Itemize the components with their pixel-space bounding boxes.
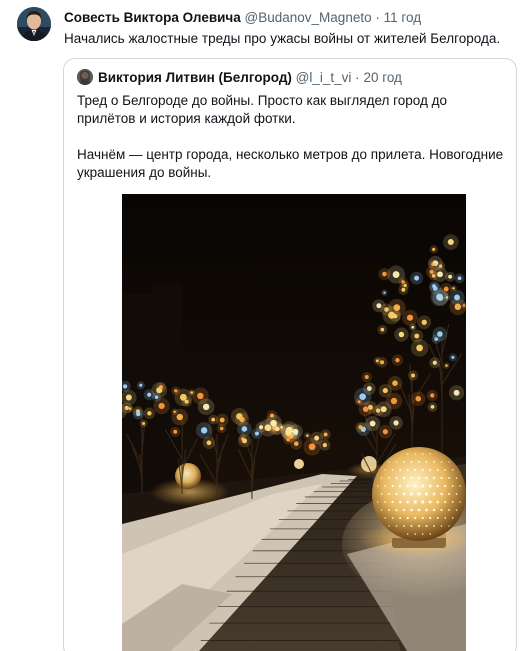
author-avatar[interactable] [17, 7, 51, 41]
tweet-text: Начались жалостные треды про ужасы войны… [64, 31, 501, 46]
tweet-timestamp[interactable]: 11 год [384, 10, 421, 25]
quoted-paragraph-2: Начнём — центр города, несколько метров … [77, 147, 504, 180]
tweet-header: Совесть Виктора Олевича @Budanov_Magneto… [64, 10, 421, 26]
quoted-tweet-header: Виктория Литвин (Белгород) @l_i_t_vi · 2… [98, 70, 402, 86]
author-handle[interactable]: @Budanov_Magneto [245, 10, 372, 25]
quoted-tweet-card[interactable]: Виктория Литвин (Белгород) @l_i_t_vi · 2… [63, 58, 517, 651]
quoted-avatar-image [77, 69, 93, 85]
tweet-photo[interactable] [122, 194, 466, 651]
avatar-image [17, 7, 51, 41]
quoted-paragraph-1: Тред о Белгороде до войны. Просто как вы… [77, 93, 447, 126]
quoted-author-avatar[interactable] [77, 69, 93, 85]
quoted-separator-dot: · [355, 70, 360, 85]
author-name[interactable]: Совесть Виктора Олевича [64, 10, 241, 25]
quoted-tweet-timestamp[interactable]: 20 год [363, 70, 401, 85]
quoted-author-name[interactable]: Виктория Литвин (Белгород) [98, 70, 292, 85]
quoted-author-handle[interactable]: @l_i_t_vi [296, 70, 352, 85]
quoted-tweet-text: Тред о Белгороде до войны. Просто как вы… [77, 92, 507, 182]
night-street-photo [122, 194, 466, 651]
separator-dot: · [375, 10, 380, 25]
tweet-page: Совесть Виктора Олевича @Budanov_Magneto… [0, 0, 523, 651]
